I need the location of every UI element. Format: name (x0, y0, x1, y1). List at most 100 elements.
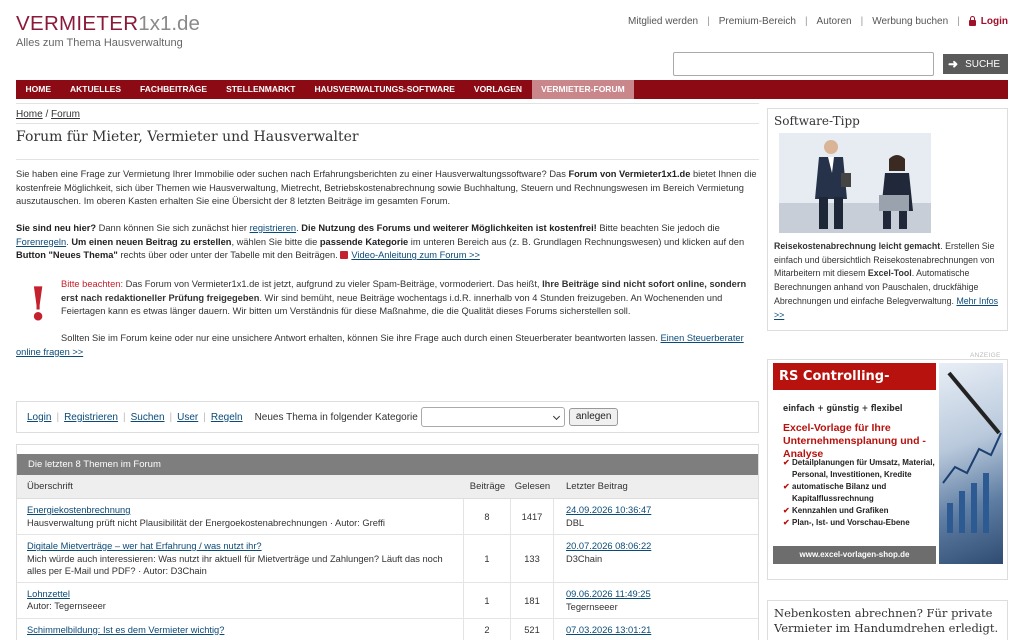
topic-posts: 1 (464, 582, 511, 618)
breadcrumb-separator: / (45, 109, 49, 120)
search-button[interactable]: ➜ SUCHE (943, 54, 1008, 74)
forum-rules-link[interactable]: Regeln (211, 412, 243, 423)
ad-title: Excel-Vorlage für Ihre Unternehmensplanu… (783, 422, 926, 460)
table-header: Überschrift Beiträge Gelesen Letzter Bei… (17, 475, 758, 499)
topic-last-post: 20.07.2026 08:06:22 D3Chain (554, 535, 651, 582)
ad-feature: Plan-, Ist- und Vorschau-Ebene (783, 517, 935, 529)
lock-icon (968, 15, 976, 26)
login-link[interactable]: Login (981, 16, 1008, 27)
topic-excerpt: Autor: Tegernseeer (27, 601, 106, 611)
toolbar-separator: | (169, 411, 173, 423)
topic-cell: Energiekostenbrechnung Hausverwaltung pr… (17, 499, 464, 534)
ad-url: www.excel-vorlagen-shop.de (773, 546, 936, 564)
ad-headline: RS Controlling- System (773, 363, 936, 411)
forum-search-link[interactable]: Suchen (131, 412, 165, 423)
create-topic-button[interactable]: anlegen (568, 408, 619, 426)
video-guide-link[interactable]: Video-Anleitung zum Forum >> (351, 250, 480, 260)
ad-label: ANZEIGE (970, 352, 1001, 359)
toolbar-separator: | (203, 411, 206, 423)
intro-text: Sie haben eine Frage zur Vermietung Ihre… (16, 169, 569, 179)
breadcrumb-home[interactable]: Home (16, 109, 43, 120)
software-tip-title: Software-Tipp (774, 114, 860, 128)
forum-register-link[interactable]: Registrieren (64, 412, 118, 423)
site-logo[interactable]: VERMIETER1x1.de (16, 12, 200, 36)
topic-cell: Schimmelbildung: Ist es dem Vermieter wi… (17, 618, 464, 640)
logo-part1: VERMIETER (16, 12, 139, 35)
business-people-image[interactable] (779, 133, 931, 233)
topnav-premium-bereich[interactable]: Premium-Bereich (719, 16, 796, 27)
intro-paragraph: Sie haben eine Frage zur Vermietung Ihre… (16, 168, 760, 209)
topic-title-link[interactable]: Energiekostenbrechnung (27, 505, 130, 515)
breadcrumb-current[interactable]: Forum (51, 109, 80, 120)
howto-paragraph: Sie sind neu hier? Dann können Sie sich … (16, 222, 760, 263)
table-spacer (17, 444, 758, 454)
nav-home[interactable]: HOME (16, 80, 61, 99)
last-post-user: D3Chain (566, 554, 603, 564)
search-input[interactable] (673, 52, 934, 76)
topnav-separator: | (860, 16, 864, 27)
topnav-autoren[interactable]: Autoren (817, 16, 852, 27)
notice-highlight: Bitte beachten: (61, 279, 124, 289)
page-title: Forum für Mieter, Vermieter und Hausverw… (16, 129, 359, 145)
video-icon (340, 251, 349, 260)
toolbar-separator: | (56, 411, 60, 423)
breadcrumb: Home / Forum (16, 109, 80, 120)
topnav-mitglied-werden[interactable]: Mitglied werden (628, 16, 698, 27)
topnav-separator: | (707, 16, 710, 27)
howto-bold: passende Kategorie (319, 236, 409, 247)
nebenkosten-teaser-box[interactable]: Nebenkosten abrechnen? Für private Vermi… (767, 600, 1008, 640)
divider (16, 123, 759, 124)
howto-bold: Sie sind neu hier? (16, 223, 97, 233)
forum-user-link[interactable]: User (177, 412, 198, 423)
logo-part2: 1x1.de (138, 12, 200, 35)
topic-posts: 1 (464, 535, 511, 582)
topnav-werbung-buchen[interactable]: Werbung buchen (872, 16, 948, 27)
topics-table: Die letzten 8 Themen im Forum Überschrif… (16, 444, 759, 640)
forum-login-link[interactable]: Login (27, 412, 51, 423)
top-navigation: Mitglied werden | Premium-Bereich | Auto… (628, 15, 1008, 27)
forum-rules-link[interactable]: Forenregeln (16, 237, 66, 247)
table-row: Energiekostenbrechnung Hausverwaltung pr… (17, 499, 758, 535)
arrow-right-icon: ➜ (948, 57, 959, 71)
last-post-date-link[interactable]: 24.09.2026 10:36:47 (566, 505, 651, 515)
last-post-date-link[interactable]: 07.03.2026 13:01:21 (566, 625, 651, 635)
ad-content: RS Controlling- System einfach + günstig… (773, 363, 1003, 564)
notice-text: Das Forum von Vermieter1x1.de ist jetzt,… (123, 279, 543, 289)
last-post-date-link[interactable]: 20.07.2026 08:06:22 (566, 541, 651, 551)
nav-vorlagen[interactable]: VORLAGEN (464, 80, 531, 99)
ad-feature: Kennzahlen und Grafiken (783, 505, 935, 517)
topic-title-link[interactable]: Lohnzettel (27, 589, 70, 599)
nav-aktuelles[interactable]: AKTUELLES (61, 80, 131, 99)
howto-bold: Um einen neuen Beitrag zu erstellen (71, 236, 232, 247)
tip-bold: Reisekostenabrechnung leicht gemacht (774, 241, 941, 251)
nav-hausverwaltungs-software[interactable]: HAUSVERWALTUNGS-SOFTWARE (305, 80, 464, 99)
last-post-date-link[interactable]: 09.06.2026 11:49:25 (566, 589, 651, 599)
nebenkosten-teaser-text: Nebenkosten abrechnen? Für private Vermi… (774, 606, 999, 635)
nav-stellenmarkt[interactable]: STELLENMARKT (217, 80, 305, 99)
exclamation-icon: ! (28, 277, 49, 331)
topic-posts: 2 (464, 618, 511, 640)
topic-last-post: 07.03.2026 13:01:21 (554, 619, 651, 640)
register-link[interactable]: registrieren (250, 223, 297, 233)
howto-text: Dann können Sie sich zunächst hier (96, 223, 250, 233)
nav-fachbeitraege[interactable]: FACHBEITRÄGE (131, 80, 217, 99)
header-beitraege: Beiträge (469, 481, 506, 492)
topic-title-link[interactable]: Digitale Mietverträge – wer hat Erfahrun… (27, 541, 262, 551)
topnav-separator: | (957, 16, 960, 27)
site-tagline: Alles zum Thema Hausverwaltung (16, 37, 183, 49)
moderation-notice: Bitte beachten: Das Forum von Vermieter1… (61, 278, 751, 319)
ad-banner[interactable]: RS Controlling- System einfach + günstig… (767, 359, 1008, 580)
last-post-user: DBL (566, 518, 585, 528)
nav-vermieter-forum[interactable]: VERMIETER-FORUM (531, 80, 635, 99)
header-gelesen: Gelesen (514, 481, 551, 492)
topic-title-link[interactable]: Schimmelbildung: Ist es dem Vermieter wi… (27, 625, 224, 635)
chart-pen-illustration (942, 371, 1002, 533)
category-label: Neues Thema in folgender Kategorie (254, 411, 418, 423)
advisor-paragraph: Sollten Sie im Forum keine oder nur eine… (16, 332, 760, 359)
business-people-illustration (779, 133, 931, 233)
howto-text: , wählen Sie bitte die (231, 236, 320, 247)
category-select[interactable] (420, 407, 565, 427)
advisor-text: Sollten Sie im Forum keine oder nur eine… (61, 333, 661, 343)
intro-bold: Forum von Vermieter1x1.de (568, 169, 691, 179)
topic-last-post: 09.06.2026 11:49:25 Tegernseeer (554, 583, 651, 618)
